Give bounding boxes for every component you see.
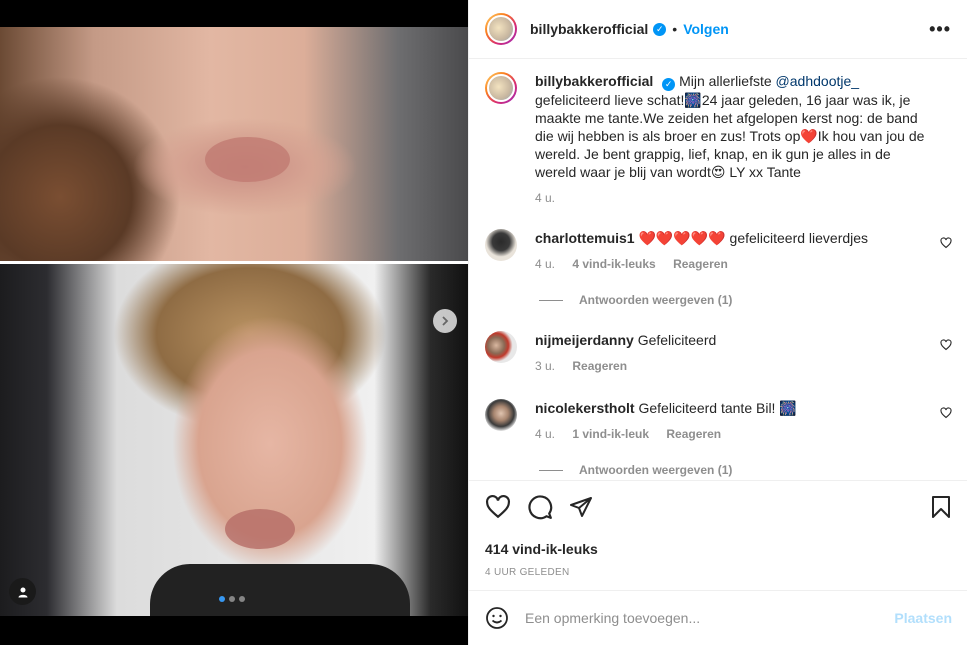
caption-mention[interactable]: @adhdootje_ (776, 73, 860, 89)
caption: billybakkerofficial ✓ Mijn allerliefste … (485, 72, 952, 207)
comment-bubble-icon[interactable] (527, 494, 553, 520)
comment-avatar[interactable] (485, 399, 517, 431)
shirt (150, 564, 410, 616)
like-comment-heart-icon[interactable] (940, 237, 952, 249)
caption-username[interactable]: billybakkerofficial (535, 73, 653, 89)
caption-text-1: Mijn allerliefste (679, 73, 776, 89)
post-comment-button[interactable]: Plaatsen (894, 610, 952, 626)
reply-button[interactable]: Reageren (666, 427, 721, 441)
comment-text: Gefeliciteerd tante Bil! 🎆 (638, 400, 797, 416)
posted-time[interactable]: 4 UUR GELEDEN (485, 567, 952, 578)
header-separator: • (672, 21, 678, 37)
follow-button[interactable]: Volgen (683, 21, 729, 37)
comments-section[interactable]: billybakkerofficial ✓ Mijn allerliefste … (469, 60, 967, 479)
comment-username[interactable]: charlottemuis1 (535, 230, 635, 246)
user-icon (18, 587, 27, 597)
comment-username[interactable]: nicolekerstholt (535, 400, 635, 416)
comment-likes[interactable]: 1 vind-ik-leuk (572, 427, 649, 441)
carousel-dot (239, 596, 245, 602)
carousel-next-button[interactable] (433, 309, 457, 333)
comment-likes[interactable]: 4 vind-ik-leuks (572, 257, 655, 271)
author-username[interactable]: billybakkerofficial (530, 21, 648, 37)
comment: nijmeijerdanny Gefeliciteerd 3 u. Reager… (485, 331, 952, 375)
more-options-icon[interactable]: ••• (929, 19, 951, 40)
carousel-dot (219, 596, 225, 602)
comment-input[interactable] (525, 610, 895, 626)
comment: charlottemuis1 ❤️❤️❤️❤️❤️ gefeliciteerd … (485, 229, 952, 273)
comment-time[interactable]: 3 u. (535, 359, 555, 373)
comment-avatar[interactable] (485, 331, 517, 363)
like-comment-heart-icon[interactable] (940, 407, 952, 419)
like-count[interactable]: 414 vind-ik-leuks (485, 541, 952, 557)
bookmark-icon[interactable] (930, 495, 952, 519)
post-media[interactable] (0, 0, 468, 645)
photo-man (0, 264, 468, 616)
caption-time[interactable]: 4 u. (535, 191, 555, 205)
add-comment-bar: Plaatsen (469, 590, 967, 645)
author-avatar[interactable] (485, 13, 517, 45)
carousel-dots (219, 596, 245, 602)
comment-text: Gefeliciteerd (637, 332, 717, 348)
like-comment-heart-icon[interactable] (940, 339, 952, 351)
comment-time[interactable]: 4 u. (535, 427, 555, 441)
comment: nicolekerstholt Gefeliciteerd tante Bil!… (485, 399, 952, 443)
chevron-right-icon (442, 316, 449, 326)
post-actions: 414 vind-ik-leuks 4 UUR GELEDEN (469, 480, 967, 578)
view-replies-label: Antwoorden weergeven (1) (579, 463, 733, 477)
comment-time[interactable]: 4 u. (535, 257, 555, 271)
caption-avatar[interactable] (485, 72, 517, 104)
reply-button[interactable]: Reageren (673, 257, 728, 271)
lips-top (205, 137, 290, 182)
emoji-smiley-icon[interactable] (485, 606, 509, 630)
post-panel: billybakkerofficial ✓ • Volgen ••• billy… (468, 0, 967, 645)
view-replies-button[interactable]: Antwoorden weergeven (1) (539, 463, 952, 477)
verified-badge-icon: ✓ (653, 22, 667, 36)
caption-text-2: gefeliciteerd lieve schat!🎆24 jaar geled… (535, 92, 925, 180)
view-replies-button[interactable]: Antwoorden weergeven (1) (539, 293, 952, 307)
tagged-users-button[interactable] (9, 578, 36, 605)
share-send-icon[interactable] (569, 495, 593, 519)
view-replies-label: Antwoorden weergeven (1) (579, 293, 733, 307)
verified-badge-icon: ✓ (662, 78, 676, 91)
comment-text: ❤️❤️❤️❤️❤️ gefeliciteerd lieverdjes (638, 230, 869, 246)
post-header: billybakkerofficial ✓ • Volgen ••• (469, 0, 967, 59)
like-heart-icon[interactable] (485, 494, 511, 520)
photo-woman (0, 27, 468, 261)
comment-avatar[interactable] (485, 229, 517, 261)
carousel-dot (229, 596, 235, 602)
reply-button[interactable]: Reageren (572, 359, 627, 373)
comment-username[interactable]: nijmeijerdanny (535, 332, 634, 348)
lips-bottom (225, 509, 295, 549)
